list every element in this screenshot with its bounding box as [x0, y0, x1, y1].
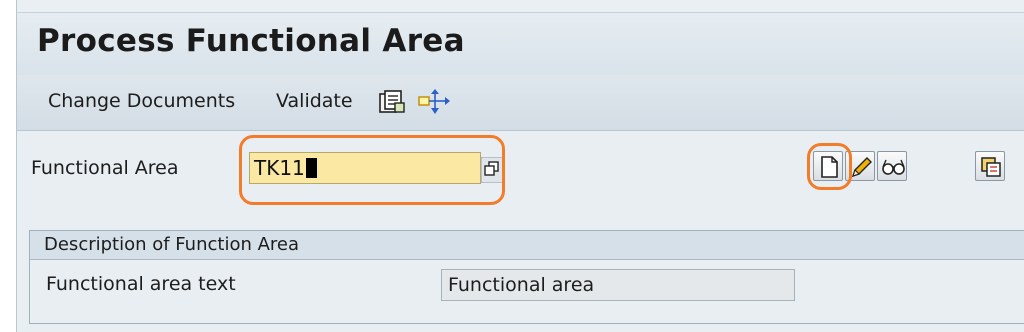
description-group: Description of Function Area Functional …: [29, 230, 1024, 324]
sap-window: Process Functional Area Change Documents…: [16, 0, 1024, 332]
functional-area-label: Functional Area: [31, 157, 179, 179]
change-documents-button[interactable]: Change Documents: [48, 90, 235, 112]
functional-area-text-field[interactable]: Functional area: [441, 269, 795, 301]
copy-button[interactable]: [975, 151, 1005, 181]
other-object-icon[interactable]: [377, 87, 407, 117]
copy-icon: [981, 157, 1001, 177]
functional-area-text-label: Functional area text: [46, 273, 236, 295]
content-area: Functional Area TK11 Description of Func…: [17, 131, 1024, 332]
hierarchy-icon[interactable]: [417, 87, 451, 117]
annotation-create-highlight: [807, 143, 852, 190]
application-toolbar: Change Documents Validate: [17, 75, 1024, 131]
group-header: Description of Function Area: [30, 231, 1024, 260]
display-button[interactable]: [877, 151, 907, 181]
validate-button[interactable]: Validate: [276, 90, 353, 112]
display-icon: [882, 159, 905, 175]
group-title: Description of Function Area: [44, 234, 300, 255]
page-title: Process Functional Area: [37, 23, 465, 59]
title-bar: Process Functional Area: [17, 12, 1024, 76]
annotation-input-highlight: [239, 135, 505, 205]
